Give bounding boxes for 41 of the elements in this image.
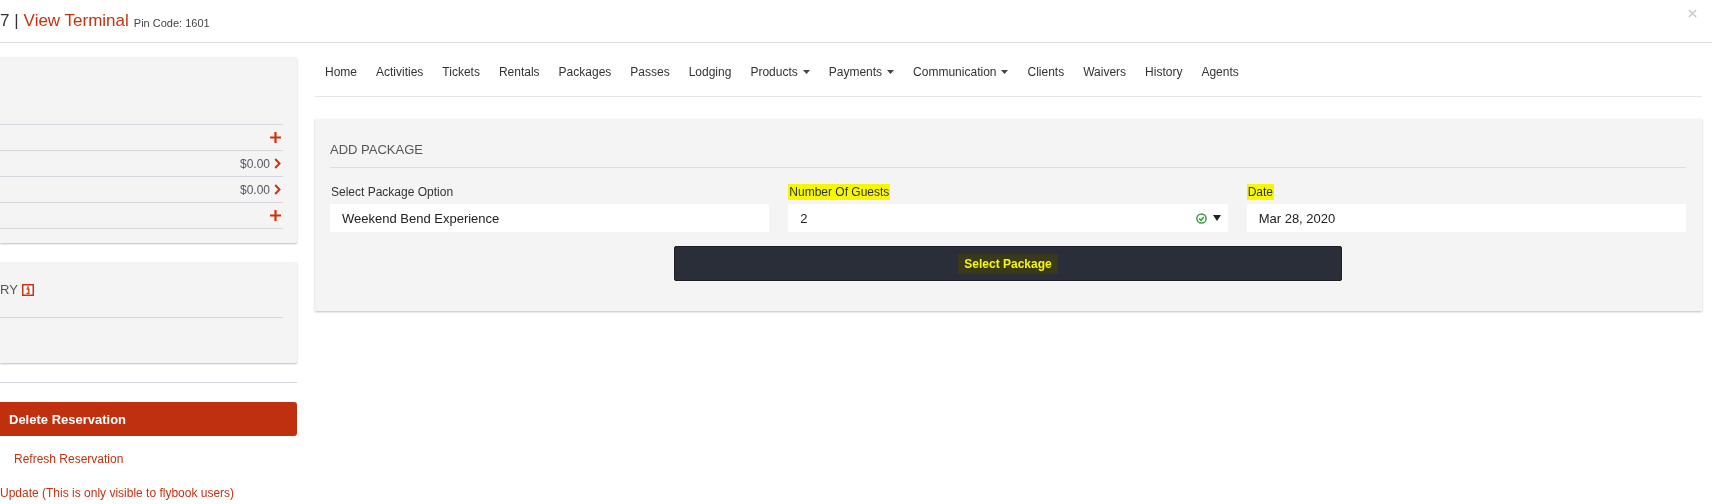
input-field[interactable]: Mar 28, 2020 bbox=[1246, 204, 1686, 232]
caret-icon bbox=[802, 69, 810, 74]
nav-tab[interactable]: Packages bbox=[558, 64, 612, 79]
pin-code: Pin Code: 1601 bbox=[133, 17, 210, 29]
nav-tab[interactable]: Products bbox=[750, 64, 810, 79]
caret-icon bbox=[887, 69, 895, 74]
amount: $0.00 bbox=[239, 156, 270, 171]
nav-tab[interactable]: Payments bbox=[828, 64, 895, 79]
panel-title: RY bbox=[0, 282, 18, 297]
select-package-button[interactable]: Select Package bbox=[674, 246, 1342, 281]
nav-tab[interactable]: Communication bbox=[913, 64, 1009, 79]
title-prefix: 7 | bbox=[0, 11, 19, 31]
delete-reservation-button[interactable]: Delete Reservation bbox=[0, 402, 297, 436]
plus-icon[interactable] bbox=[270, 132, 281, 143]
field-label: Date bbox=[1246, 184, 1274, 200]
card-title: ADD PACKAGE bbox=[330, 119, 1686, 168]
caret-icon bbox=[1001, 69, 1009, 74]
page-title: View Terminal bbox=[23, 11, 129, 31]
nav-tab[interactable]: Home bbox=[325, 64, 357, 79]
info-icon[interactable] bbox=[21, 283, 34, 296]
refresh-reservation-link[interactable]: Refresh Reservation bbox=[14, 452, 124, 466]
input-field[interactable]: Weekend Bend Experience bbox=[330, 204, 770, 232]
nav-tab[interactable]: Rentals bbox=[498, 64, 540, 79]
amount: $0.00 bbox=[239, 182, 270, 197]
field-label: Number Of Guests bbox=[788, 184, 891, 200]
nav-tab[interactable]: Lodging bbox=[688, 64, 732, 79]
guests-select[interactable]: 2 bbox=[788, 204, 1228, 232]
caret-icon bbox=[1212, 215, 1221, 221]
check-circle-icon bbox=[1195, 212, 1207, 224]
nav-tab[interactable]: Clients bbox=[1027, 64, 1065, 79]
nav-tab[interactable]: Waivers bbox=[1083, 64, 1127, 79]
nav-tab[interactable]: Tickets bbox=[442, 64, 480, 79]
chevron-right-icon[interactable] bbox=[274, 158, 281, 169]
chevron-right-icon[interactable] bbox=[274, 184, 281, 195]
nav-tab[interactable]: Activities bbox=[376, 64, 424, 79]
plus-icon[interactable] bbox=[270, 210, 281, 221]
nav-tab[interactable]: History bbox=[1145, 64, 1183, 79]
field-label: Select Package Option bbox=[330, 184, 455, 200]
nav-tab[interactable]: Agents bbox=[1201, 64, 1239, 79]
update-note: Update (This is only visible to flybook users) bbox=[0, 486, 236, 500]
nav-tab[interactable]: Passes bbox=[630, 64, 670, 79]
